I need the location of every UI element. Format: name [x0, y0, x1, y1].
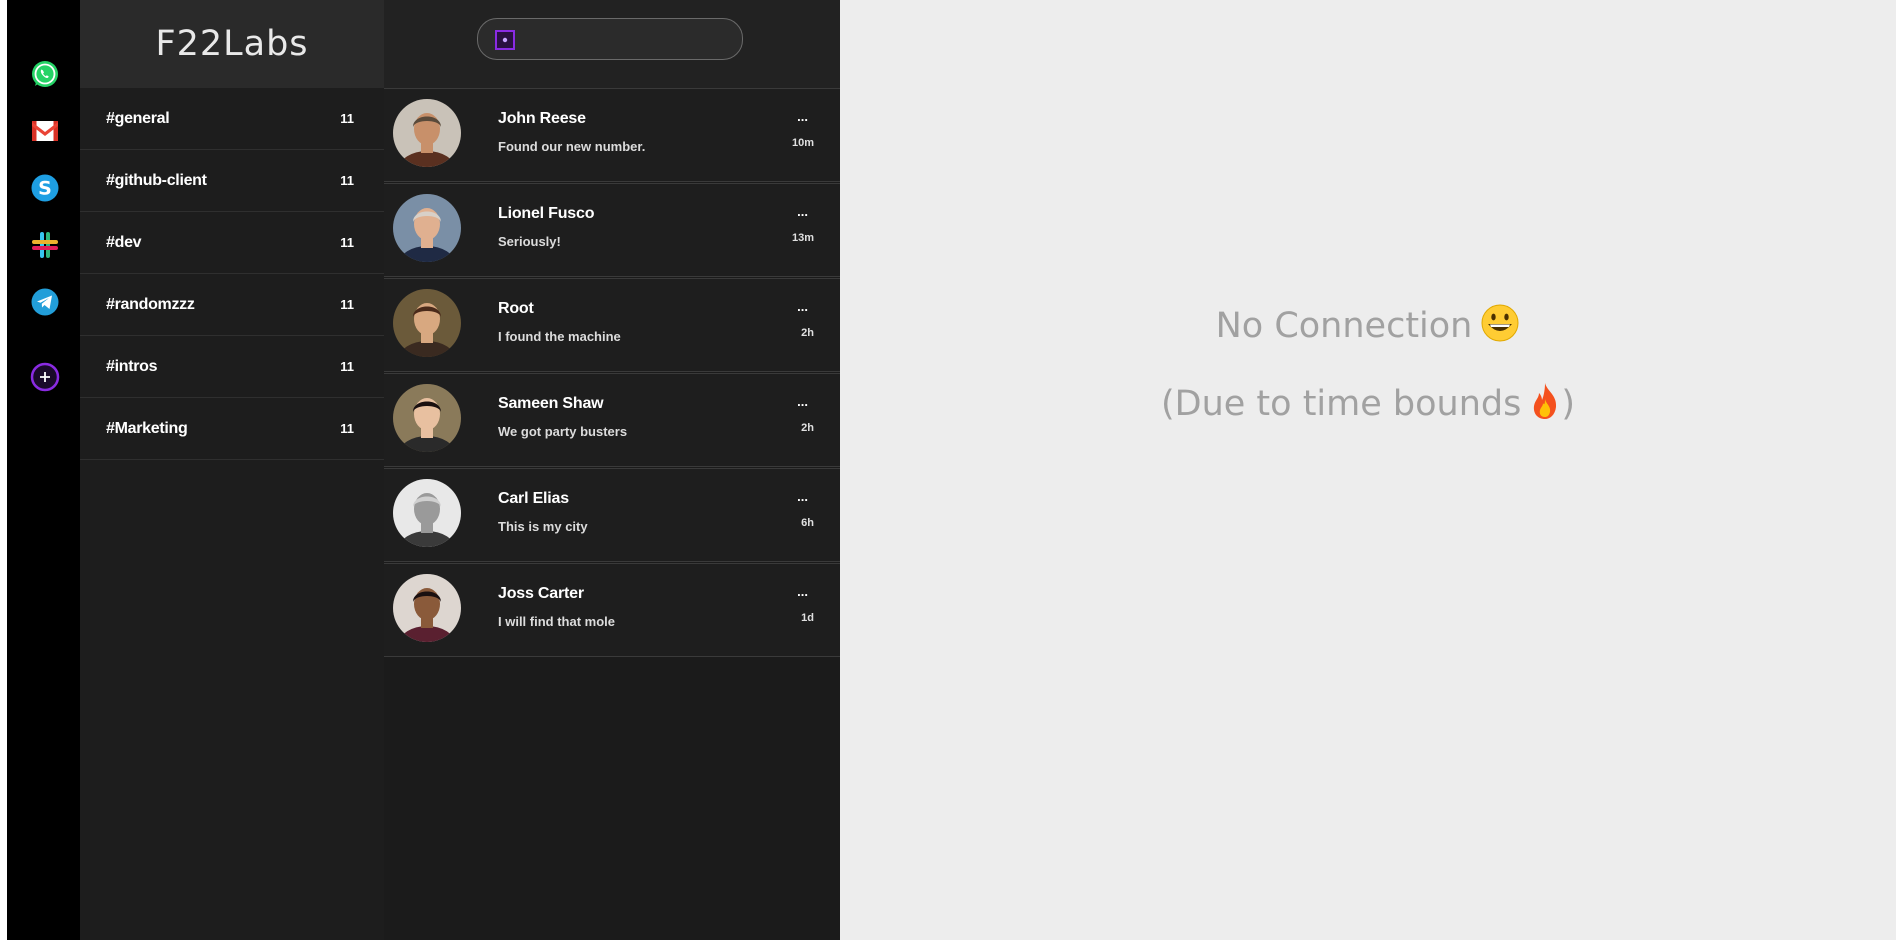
channel-name: #dev [106, 233, 142, 251]
app-window: S F22Labs #general 11 #github-client 11 … [0, 0, 1903, 940]
last-message: I found the machine [498, 329, 621, 344]
conversation-item[interactable]: Root I found the machine... 2h [384, 278, 840, 372]
conversation-item[interactable]: Sameen Shaw We got party busters... 2h [384, 373, 840, 467]
status-text-no-connection: No Connection [1215, 306, 1473, 346]
conversation-item[interactable]: Lionel Fusco Seriously!... 13m [384, 183, 840, 277]
channel-item[interactable]: #Marketing 11 [80, 398, 384, 460]
search-input[interactable] [516, 19, 730, 61]
contact-name: Carl Elias [498, 490, 569, 507]
channel-name: #general [106, 109, 170, 127]
more-options-button[interactable]: ... [797, 489, 808, 504]
message-time: 6h [801, 517, 814, 529]
avatar [393, 574, 461, 642]
avatar [393, 99, 461, 167]
channel-item[interactable]: #intros 11 [80, 336, 384, 398]
message-time: 10m [791, 137, 814, 149]
channel-list: #general 11 #github-client 11 #dev 11 #randomz… [80, 88, 384, 460]
conversation-item[interactable]: Joss Carter I will find that mole... 1d [384, 563, 840, 657]
channel-item[interactable]: #general 11 [80, 88, 384, 150]
channels-panel: F22Labs #general 11 #github-client 11 #dev 11… [80, 0, 384, 940]
channel-name: #intros [106, 357, 158, 375]
message-time: 2h [801, 422, 814, 434]
channel-unread-count: 11 [340, 297, 354, 312]
status-line-1: No Connection [840, 303, 1896, 346]
channel-item[interactable]: #github-client 11 [80, 150, 384, 212]
conversation-item[interactable]: John Reese Found our new number.... 10m [384, 88, 840, 182]
last-message: I will find that mole [498, 614, 615, 629]
last-message: This is my city [498, 519, 588, 534]
channel-unread-count: 11 [340, 421, 354, 436]
contact-name: Lionel Fusco [498, 205, 595, 222]
contact-name: John Reese [498, 110, 586, 127]
avatar [393, 289, 461, 357]
channel-name: #github-client [106, 171, 207, 189]
more-options-button[interactable]: ... [797, 394, 808, 409]
conversations-panel: John Reese Found our new number.... 10m Lio… [384, 0, 840, 940]
contact-name: Root [498, 300, 534, 317]
app-switcher-rail: S [7, 0, 80, 940]
fire-emoji-icon [1529, 381, 1561, 421]
telegram-icon[interactable] [29, 286, 61, 318]
svg-text:S: S [38, 178, 52, 200]
status-line-2: (Due to time bounds ) [840, 381, 1896, 424]
channel-unread-count: 11 [340, 235, 354, 250]
status-text-close-paren: ) [1561, 384, 1575, 424]
avatar [393, 479, 461, 547]
status-text-time-bounds: (Due to time bounds [1160, 384, 1522, 424]
channel-unread-count: 11 [340, 173, 354, 188]
message-time: 1d [801, 612, 814, 624]
more-options-button[interactable]: ... [797, 204, 808, 219]
message-time: 13m [791, 232, 814, 244]
smiley-emoji-icon [1480, 303, 1520, 343]
channel-name: #randomzzz [106, 295, 195, 313]
search-bar [384, 0, 840, 88]
avatar [393, 384, 461, 452]
contact-name: Joss Carter [498, 585, 584, 602]
more-options-button[interactable]: ... [797, 584, 808, 599]
brand-title: F22Labs [80, 0, 384, 88]
last-message: Found our new number. [498, 139, 646, 154]
last-message: Seriously! [498, 234, 561, 249]
main-content: No Connection (Due to time bounds ) [840, 0, 1896, 940]
add-icon[interactable] [29, 361, 61, 393]
more-options-button[interactable]: ... [797, 109, 808, 124]
avatar [393, 194, 461, 262]
image-icon [495, 30, 515, 50]
channel-item[interactable]: #randomzzz 11 [80, 274, 384, 336]
contact-name: Sameen Shaw [498, 395, 604, 412]
message-time: 2h [801, 327, 814, 339]
slack-icon[interactable] [29, 229, 61, 261]
channel-unread-count: 11 [340, 359, 354, 374]
conversation-list: John Reese Found our new number.... 10m Lio… [384, 88, 840, 657]
last-message: We got party busters [498, 424, 628, 439]
search-box[interactable] [477, 18, 743, 61]
left-edge [0, 0, 7, 940]
whatsapp-icon[interactable] [29, 58, 61, 90]
skype-icon[interactable]: S [29, 172, 61, 204]
more-options-button[interactable]: ... [797, 299, 808, 314]
channel-unread-count: 11 [340, 111, 354, 126]
channel-item[interactable]: #dev 11 [80, 212, 384, 274]
channel-name: #Marketing [106, 419, 188, 437]
conversation-item[interactable]: Carl Elias This is my city... 6h [384, 468, 840, 562]
gmail-icon[interactable] [29, 115, 61, 147]
